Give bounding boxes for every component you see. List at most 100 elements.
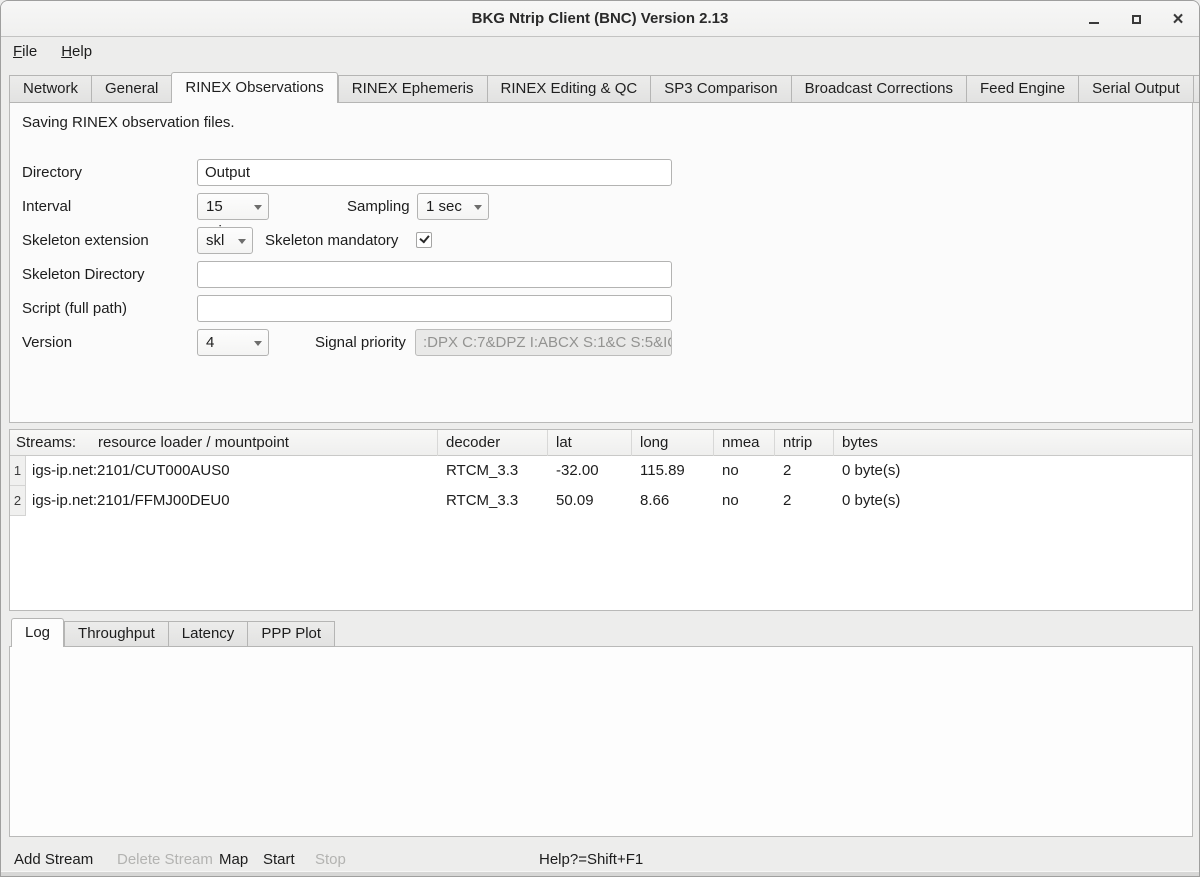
panel-description: Saving RINEX observation files. [22, 114, 235, 131]
skeleton-directory-row: Skeleton Directory [10, 261, 1192, 288]
delete-stream-button[interactable]: Delete Stream [117, 846, 213, 873]
sampling-select[interactable]: 1 sec [417, 193, 489, 220]
row-number[interactable]: 2 [10, 486, 26, 516]
menu-help-accel: H [61, 43, 72, 60]
cell-mountpoint[interactable]: igs-ip.net:2101/CUT000AUS0 [26, 456, 438, 486]
cell-decoder[interactable]: RTCM_3.3 [438, 456, 548, 486]
interval-row: Interval 15 min Sampling 1 sec [10, 193, 1192, 220]
cell-long[interactable]: 115.89 [632, 456, 714, 486]
script-row: Script (full path) [10, 295, 1192, 322]
interval-label: Interval [22, 193, 71, 220]
skeleton-extension-label: Skeleton extension [22, 227, 149, 254]
tab-rinex-editing-qc[interactable]: RINEX Editing & QC [487, 75, 651, 103]
close-button[interactable]: × [1165, 6, 1191, 32]
tab-throughput[interactable]: Throughput [64, 621, 168, 647]
skeleton-mandatory-checkbox[interactable] [416, 232, 432, 248]
minimize-button[interactable] [1081, 6, 1107, 32]
tab-network[interactable]: Network [9, 75, 91, 103]
cell-ntrip[interactable]: 2 [775, 456, 834, 486]
menu-file[interactable]: File [13, 43, 37, 60]
version-row: Version 4 Signal priority :DPX C:7&DPZ I… [10, 329, 1192, 356]
cell-bytes[interactable]: 0 byte(s) [834, 486, 1192, 516]
tab-outages-truncated[interactable]: Ou [1193, 75, 1200, 103]
stop-button[interactable]: Stop [315, 846, 346, 873]
cell-lat[interactable]: 50.09 [548, 486, 632, 516]
title-bar: BKG Ntrip Client (BNC) Version 2.13 × [1, 1, 1199, 37]
cell-decoder[interactable]: RTCM_3.3 [438, 486, 548, 516]
maximize-icon [1132, 15, 1141, 24]
menu-file-accel: F [13, 43, 22, 60]
menu-help[interactable]: Help [61, 43, 92, 60]
streams-table-header: Streams: resource loader / mountpoint dec… [10, 430, 1192, 456]
skeleton-mandatory-label: Skeleton mandatory [265, 227, 398, 254]
tab-broadcast-corrections[interactable]: Broadcast Corrections [791, 75, 966, 103]
top-tab-bar: Network General RINEX Observations RINEX… [9, 73, 1193, 103]
maximize-button[interactable] [1123, 6, 1149, 32]
menu-bar: File Help [1, 38, 1199, 64]
column-header-bytes[interactable]: bytes [834, 430, 1192, 456]
script-label: Script (full path) [22, 295, 127, 322]
table-row[interactable]: 2 igs-ip.net:2101/FFMJ00DEU0 RTCM_3.3 50… [10, 486, 1192, 516]
skeleton-extension-row: Skeleton extension skl Skeleton mandator… [10, 227, 1192, 254]
window-controls: × [1081, 1, 1191, 37]
cell-long[interactable]: 8.66 [632, 486, 714, 516]
tab-ppp-plot[interactable]: PPP Plot [247, 621, 335, 647]
signal-priority-label: Signal priority [315, 329, 406, 356]
streams-header-label: Streams: [16, 434, 76, 451]
script-input[interactable] [197, 295, 672, 322]
column-header-nmea[interactable]: nmea [714, 430, 775, 456]
cell-ntrip[interactable]: 2 [775, 486, 834, 516]
tab-latency[interactable]: Latency [168, 621, 248, 647]
skeleton-extension-select[interactable]: skl [197, 227, 253, 254]
signal-priority-input: :DPX C:7&DPZ I:ABCX S:1&C S:5&IQX [415, 329, 672, 356]
skeleton-directory-input[interactable] [197, 261, 672, 288]
tab-rinex-ephemeris[interactable]: RINEX Ephemeris [338, 75, 487, 103]
cell-bytes[interactable]: 0 byte(s) [834, 456, 1192, 486]
rinex-observations-panel: Saving RINEX observation files. Director… [9, 102, 1193, 423]
add-stream-button[interactable]: Add Stream [14, 846, 93, 873]
column-header-long[interactable]: long [632, 430, 714, 456]
log-panel [9, 646, 1193, 837]
chevron-down-icon [238, 239, 246, 244]
mountpoint-header-label: resource loader / mountpoint [98, 434, 289, 451]
directory-row: Directory Output [10, 159, 1192, 186]
version-select[interactable]: 4 [197, 329, 269, 356]
minimize-icon [1089, 22, 1099, 24]
cell-nmea[interactable]: no [714, 456, 775, 486]
directory-label: Directory [22, 159, 82, 186]
start-button[interactable]: Start [263, 846, 295, 873]
tab-rinex-observations[interactable]: RINEX Observations [171, 72, 337, 103]
cell-mountpoint[interactable]: igs-ip.net:2101/FFMJ00DEU0 [26, 486, 438, 516]
close-icon: × [1172, 10, 1183, 29]
tab-sp3-comparison[interactable]: SP3 Comparison [650, 75, 790, 103]
interval-select[interactable]: 15 min [197, 193, 269, 220]
table-row[interactable]: 1 igs-ip.net:2101/CUT000AUS0 RTCM_3.3 -3… [10, 456, 1192, 486]
skeleton-extension-value: skl [206, 232, 224, 249]
directory-input[interactable]: Output [197, 159, 672, 186]
cell-lat[interactable]: -32.00 [548, 456, 632, 486]
streams-table: Streams: resource loader / mountpoint dec… [9, 429, 1193, 611]
help-shortcut-label: Help?=Shift+F1 [539, 846, 643, 873]
column-header-lat[interactable]: lat [548, 430, 632, 456]
menu-file-rest: ile [22, 43, 37, 60]
column-header-mountpoint[interactable]: Streams: resource loader / mountpoint [10, 430, 438, 456]
version-label: Version [22, 329, 72, 356]
chevron-down-icon [254, 341, 262, 346]
window-title: BKG Ntrip Client (BNC) Version 2.13 [1, 1, 1199, 37]
skeleton-directory-label: Skeleton Directory [22, 261, 145, 288]
chevron-down-icon [254, 205, 262, 210]
tab-log[interactable]: Log [11, 618, 64, 647]
sampling-label: Sampling [347, 193, 410, 220]
tab-feed-engine[interactable]: Feed Engine [966, 75, 1078, 103]
window-bottom-edge [1, 871, 1199, 876]
map-button[interactable]: Map [219, 846, 248, 873]
row-number[interactable]: 1 [10, 456, 26, 486]
tab-serial-output[interactable]: Serial Output [1078, 75, 1193, 103]
app-window: BKG Ntrip Client (BNC) Version 2.13 × Fi… [0, 0, 1200, 877]
action-bar: Add Stream Delete Stream Map Start Stop … [1, 846, 1199, 873]
cell-nmea[interactable]: no [714, 486, 775, 516]
tab-general[interactable]: General [91, 75, 171, 103]
column-header-ntrip[interactable]: ntrip [775, 430, 834, 456]
version-value: 4 [206, 334, 214, 351]
column-header-decoder[interactable]: decoder [438, 430, 548, 456]
